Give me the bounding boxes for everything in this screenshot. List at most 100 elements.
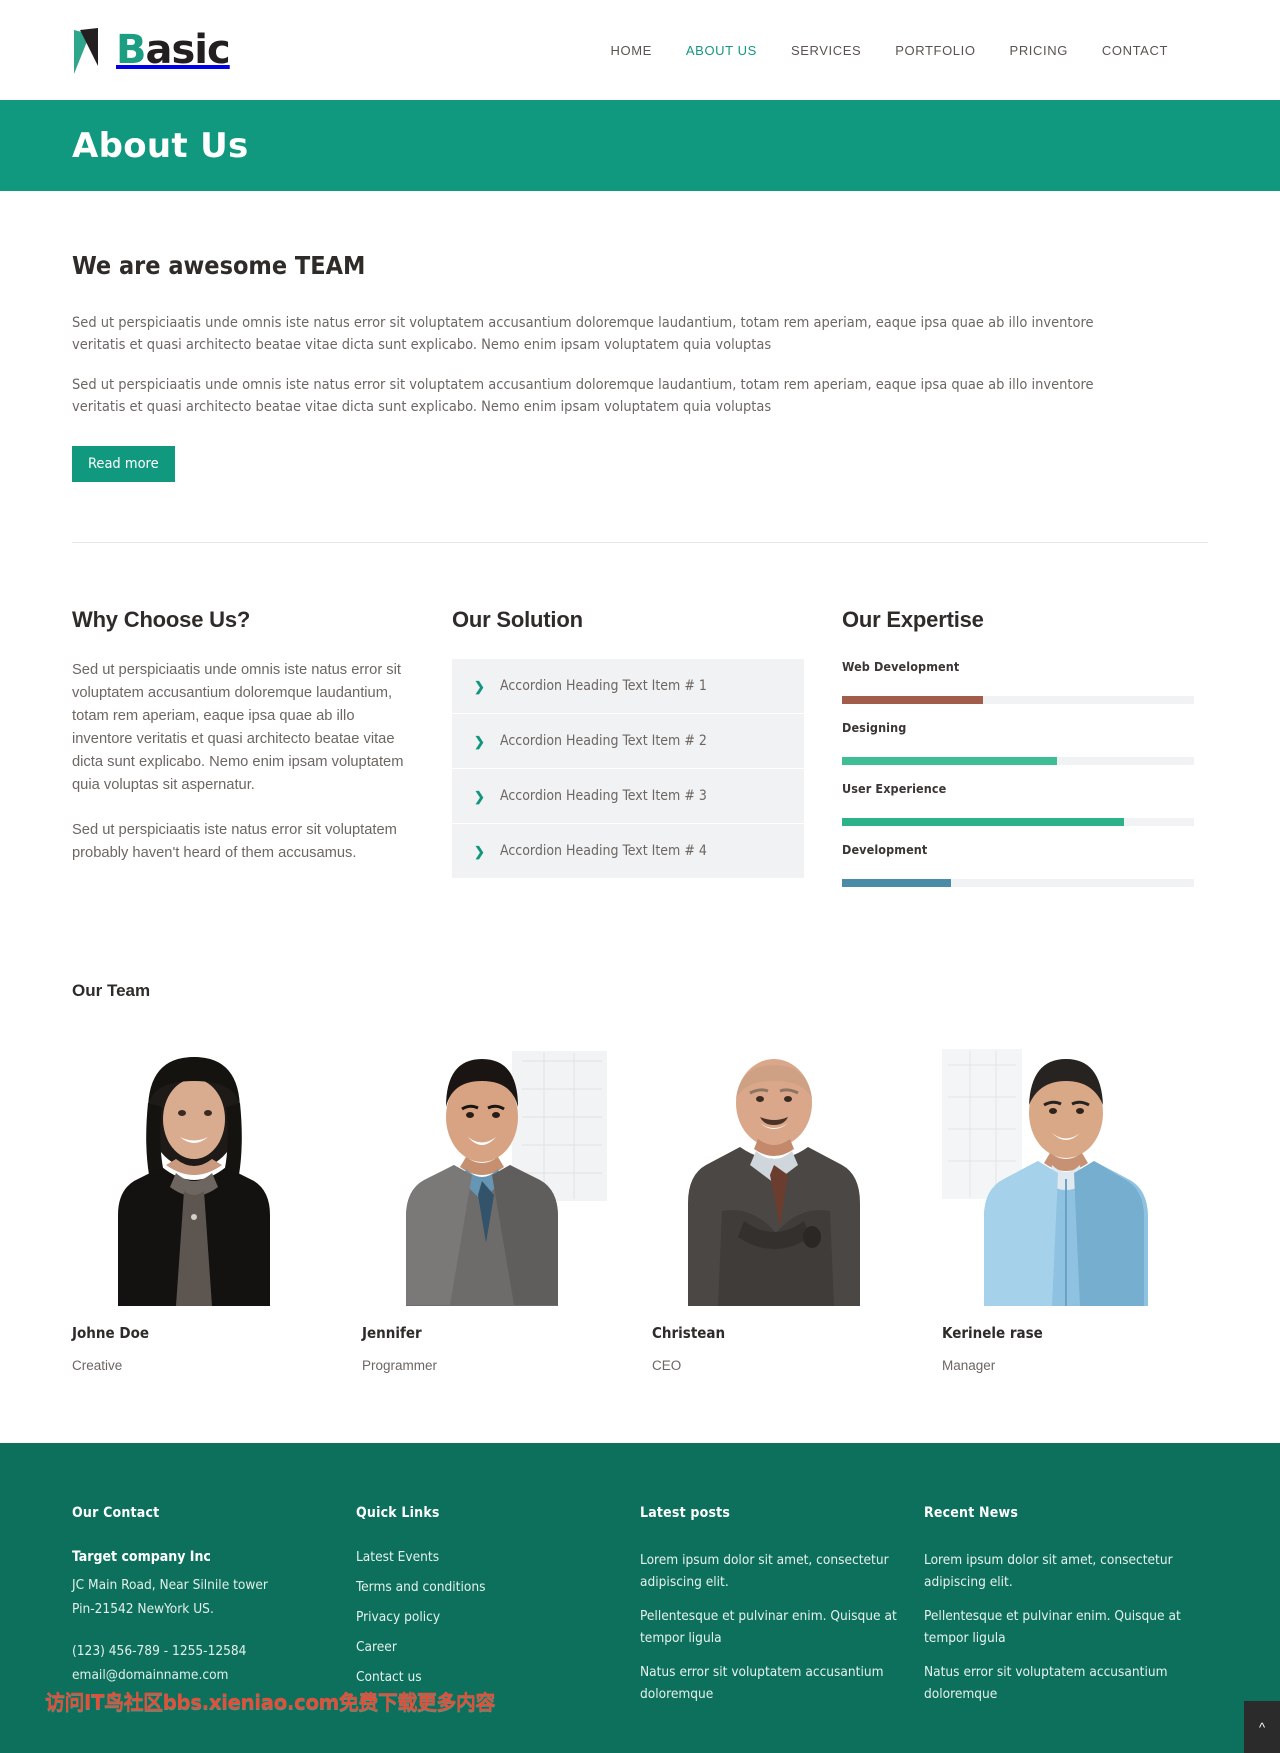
chevron-right-icon: ❯ xyxy=(474,788,485,804)
nav-item-about-us[interactable]: ABOUT US xyxy=(686,43,757,58)
footer-contact-heading: Our Contact xyxy=(72,1505,160,1521)
skill-bar-track xyxy=(842,757,1194,765)
team-photo-johne-doe xyxy=(72,1041,317,1306)
team-photo-kerinele-rase xyxy=(942,1041,1187,1306)
accordion-item-label: Accordion Heading Text Item # 3 xyxy=(500,788,707,804)
footer-email-link[interactable]: email@domainname.com xyxy=(72,1663,356,1687)
footer-address-line-2: Pin-21542 NewYork US. xyxy=(72,1601,214,1617)
footer-latest-posts-heading: Latest posts xyxy=(640,1505,731,1521)
logo-link[interactable]: Basic xyxy=(72,22,231,78)
footer-quick-links-heading: Quick Links xyxy=(356,1505,440,1521)
our-expertise-heading: Our Expertise xyxy=(842,607,984,632)
team-heading: Our Team xyxy=(72,981,151,1000)
skill-designing: Designing xyxy=(842,720,1202,765)
footer-link-career[interactable]: Career xyxy=(356,1639,640,1655)
footer-post-item[interactable]: Lorem ipsum dolor sit amet, consectetur … xyxy=(640,1549,924,1593)
site-footer: Our Contact Target company Inc JC Main R… xyxy=(0,1443,1280,1753)
footer-news-item[interactable]: Lorem ipsum dolor sit amet, consectetur … xyxy=(924,1549,1208,1593)
skill-user-experience: User Experience xyxy=(842,781,1202,826)
page-title: About Us xyxy=(72,125,249,166)
our-expertise-column: Our Expertise Web Development Designing … xyxy=(842,607,1202,903)
team-section: Our Team Johne Doe Creative Jennifer Pro… xyxy=(72,903,1208,1443)
chevron-right-icon: ❯ xyxy=(474,733,485,749)
accordion-item-4[interactable]: ❯ Accordion Heading Text Item # 4 xyxy=(452,824,804,879)
team-photo-christean xyxy=(652,1041,897,1306)
main-content: We are awesome TEAM Sed ut perspiciaatis… xyxy=(0,191,1280,1443)
skill-development: Development xyxy=(842,842,1202,887)
footer-news-item[interactable]: Natus error sit voluptatem accusantium d… xyxy=(924,1661,1208,1705)
nav-item-services[interactable]: SERVICES xyxy=(791,43,861,58)
why-choose-paragraph-2: Sed ut perspiciaatis iste natus error si… xyxy=(72,822,397,861)
footer-company-name: Target company Inc xyxy=(72,1549,211,1565)
footer-address-line-1: JC Main Road, Near Silnile tower xyxy=(72,1577,268,1593)
intro-paragraph-2: Sed ut perspiciaatis unde omnis iste nat… xyxy=(72,377,1094,415)
footer-phone: (123) 456-789 - 1255-12584 xyxy=(72,1643,247,1659)
chevron-right-icon: ❯ xyxy=(474,678,485,694)
team-card[interactable]: Johne Doe Creative xyxy=(72,1041,317,1373)
intro-section: We are awesome TEAM Sed ut perspiciaatis… xyxy=(72,191,1208,516)
accordion-item-label: Accordion Heading Text Item # 1 xyxy=(500,678,707,694)
team-member-role: Manager xyxy=(942,1358,996,1373)
team-card[interactable]: Kerinele rase Manager xyxy=(942,1041,1187,1373)
skill-label: Development xyxy=(842,842,928,857)
accordion-item-2[interactable]: ❯ Accordion Heading Text Item # 2 xyxy=(452,714,804,769)
intro-heading: We are awesome TEAM xyxy=(72,251,366,280)
team-member-name: Jennifer xyxy=(362,1324,422,1342)
scroll-to-top-button[interactable]: ^ xyxy=(1244,1701,1280,1753)
skill-bar-track xyxy=(842,818,1194,826)
team-member-name: Johne Doe xyxy=(72,1324,149,1342)
skill-bar-fill xyxy=(842,757,1057,765)
team-card[interactable]: Jennifer Programmer xyxy=(362,1041,607,1373)
footer-link-latest-events[interactable]: Latest Events xyxy=(356,1549,640,1565)
main-navigation: HOME ABOUT US SERVICES PORTFOLIO PRICING… xyxy=(611,43,1169,58)
footer-recent-news-column: Recent News Lorem ipsum dolor sit amet, … xyxy=(924,1505,1208,1717)
skill-bar-fill xyxy=(842,696,983,704)
our-solution-column: Our Solution ❯ Accordion Heading Text It… xyxy=(452,607,842,903)
page-banner: About Us xyxy=(0,100,1280,191)
team-card[interactable]: Christean CEO xyxy=(652,1041,897,1373)
site-header: Basic HOME ABOUT US SERVICES PORTFOLIO P… xyxy=(0,0,1280,100)
accordion-item-label: Accordion Heading Text Item # 2 xyxy=(500,733,707,749)
chevron-up-icon: ^ xyxy=(1258,1719,1266,1735)
team-grid: Johne Doe Creative Jennifer Programmer C… xyxy=(72,1041,1208,1373)
team-member-role: Programmer xyxy=(362,1358,438,1373)
footer-news-item[interactable]: Pellentesque et pulvinar enim. Quisque a… xyxy=(924,1605,1208,1649)
team-member-role: Creative xyxy=(72,1358,123,1373)
skill-web-development: Web Development xyxy=(842,659,1202,704)
chevron-right-icon: ❯ xyxy=(474,843,485,859)
why-choose-column: Why Choose Us? Sed ut perspiciaatis unde… xyxy=(72,607,452,903)
accordion-item-3[interactable]: ❯ Accordion Heading Text Item # 3 xyxy=(452,769,804,824)
intro-paragraph-1: Sed ut perspiciaatis unde omnis iste nat… xyxy=(72,315,1094,353)
skill-label: Designing xyxy=(842,720,907,735)
footer-post-item[interactable]: Pellentesque et pulvinar enim. Quisque a… xyxy=(640,1605,924,1649)
why-choose-paragraph-1: Sed ut perspiciaatis unde omnis iste nat… xyxy=(72,662,404,793)
skill-bar-fill xyxy=(842,818,1124,826)
why-choose-heading: Why Choose Us? xyxy=(72,607,251,632)
team-photo-jennifer xyxy=(362,1041,607,1306)
footer-link-privacy[interactable]: Privacy policy xyxy=(356,1609,640,1625)
footer-recent-news-heading: Recent News xyxy=(924,1505,1019,1521)
skill-bar-fill xyxy=(842,879,952,887)
nav-item-contact[interactable]: CONTACT xyxy=(1102,43,1168,58)
nav-item-home[interactable]: HOME xyxy=(611,43,652,58)
skill-bar-track xyxy=(842,696,1194,704)
flag-mark-icon xyxy=(72,26,114,74)
nav-item-portfolio[interactable]: PORTFOLIO xyxy=(895,43,975,58)
skill-label: Web Development xyxy=(842,659,960,674)
team-member-name: Kerinele rase xyxy=(942,1324,1043,1342)
logo-text: Basic xyxy=(116,27,231,73)
nav-item-pricing[interactable]: PRICING xyxy=(1010,43,1068,58)
skill-label: User Experience xyxy=(842,781,947,796)
skill-bar-track xyxy=(842,879,1194,887)
watermark-text: 访问IT鸟社区bbs.xieniao.com免费下载更多内容 xyxy=(45,1690,495,1714)
accordion-item-1[interactable]: ❯ Accordion Heading Text Item # 1 xyxy=(452,659,804,714)
three-column-section: Why Choose Us? Sed ut perspiciaatis unde… xyxy=(72,543,1208,903)
footer-link-contact-us[interactable]: Contact us xyxy=(356,1669,640,1685)
footer-link-terms[interactable]: Terms and conditions xyxy=(356,1579,640,1595)
accordion-item-label: Accordion Heading Text Item # 4 xyxy=(500,843,707,859)
logo-text-rest: asic xyxy=(145,27,231,73)
footer-post-item[interactable]: Natus error sit voluptatem accusantium d… xyxy=(640,1661,924,1705)
logo-text-b: B xyxy=(116,27,146,73)
read-more-button[interactable]: Read more xyxy=(72,446,175,482)
team-member-role: CEO xyxy=(652,1358,682,1373)
